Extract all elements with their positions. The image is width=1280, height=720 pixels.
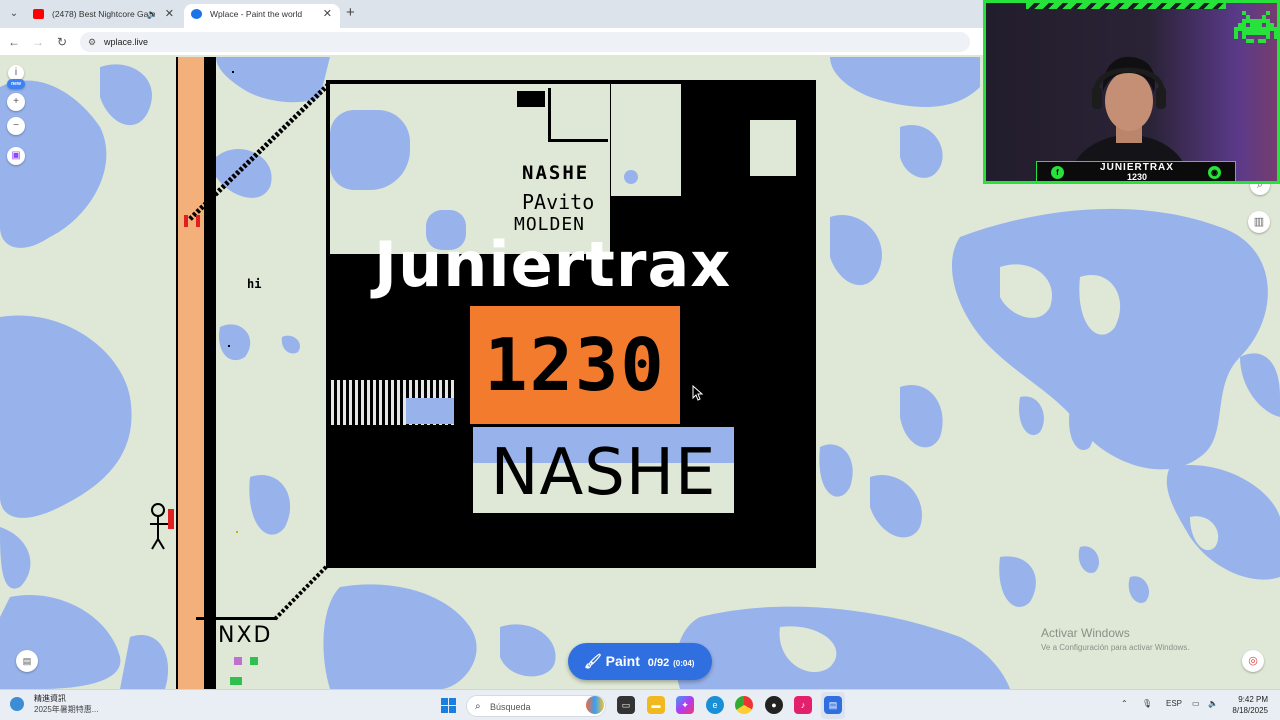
nashe-box: NASHE — [473, 427, 734, 513]
new-tab-button[interactable]: + — [346, 5, 355, 21]
paint-timer: (0:04) — [673, 659, 695, 668]
tab-search-chevron-icon[interactable]: ⌄ — [6, 6, 22, 22]
tab-label: Wplace - Paint the world — [210, 9, 303, 19]
paint-count: 0/92 — [647, 657, 670, 669]
close-tab-icon[interactable]: ✕ — [165, 4, 174, 24]
widgets-icon — [10, 697, 24, 711]
number-box: 1230 — [470, 306, 680, 424]
copilot-icon[interactable] — [586, 696, 604, 714]
art-lake-4 — [406, 398, 454, 424]
clock-time: 9:42 PM — [1238, 695, 1268, 704]
art-light-square — [750, 120, 796, 176]
art-lake-1 — [330, 110, 410, 190]
zoom-out-button[interactable]: − — [7, 117, 25, 135]
space-invader-logo — [1234, 11, 1277, 47]
taskbar-search[interactable]: ⌕ Búsqueda — [466, 695, 606, 717]
widgets-line2: 2025年暑期特惠... — [34, 705, 99, 714]
language-indicator[interactable]: ESP — [1166, 699, 1182, 708]
active-app-icon[interactable]: ▤ — [824, 696, 842, 714]
webcam-frame-stripe — [1026, 3, 1226, 9]
activate-windows-title: Activar Windows — [1041, 626, 1130, 640]
tiktok-icon[interactable]: ♪ — [794, 696, 812, 714]
canvas-text-nashe: NASHE — [490, 436, 717, 510]
task-view-icon[interactable]: ▭ — [617, 696, 635, 714]
locate-icon[interactable]: ◎ — [1242, 650, 1264, 672]
screen: ⌄ (2478) Best Nightcore Gam 🔈 ✕ Wplace -… — [0, 0, 1280, 720]
back-arrow-icon[interactable]: ← — [6, 34, 22, 50]
address-bar[interactable]: ⚙ wplace.live — [80, 32, 970, 52]
search-icon: ⌕ — [475, 701, 481, 712]
clock-date: 8/18/2025 — [1232, 706, 1268, 715]
streamer-number: 1230 — [1126, 172, 1148, 182]
widgets-line1: 精進資訊 — [34, 694, 66, 703]
windows-taskbar: 精進資訊 2025年暑期特惠... ⌕ Búsqueda ▭ ▬ ✦ e ● ♪… — [0, 689, 1280, 720]
volume-icon[interactable]: 🔈 — [1208, 699, 1218, 708]
art-light-column — [611, 84, 681, 196]
url-text: wplace.live — [104, 37, 149, 47]
close-tab-icon[interactable]: ✕ — [323, 4, 332, 24]
zoom-in-button[interactable]: + — [7, 93, 25, 111]
tab-wplace[interactable]: Wplace - Paint the world ✕ — [184, 4, 340, 28]
tab-label: (2478) Best Nightcore Gam — [52, 9, 156, 19]
browser-toolbar: ← → ↻ ⚙ wplace.live — [0, 28, 984, 56]
canvas-text-number: 1230 — [484, 323, 666, 407]
paint-label: Paint — [605, 653, 640, 669]
windows-start-icon[interactable] — [441, 698, 457, 714]
edge-icon[interactable]: e — [706, 696, 724, 714]
art-dark-square — [514, 88, 548, 110]
forward-arrow-icon[interactable]: → — [30, 34, 46, 50]
webcam-overlay: f ◉ JUNIERTRAX 1230 — [983, 0, 1280, 184]
streamer-nameplate: f ◉ JUNIERTRAX 1230 — [1036, 161, 1236, 182]
art-lake-3 — [624, 170, 638, 184]
wplace-favicon-icon — [191, 9, 202, 19]
speaker-icon[interactable]: 🔈 — [147, 4, 158, 24]
obs-icon[interactable]: ● — [765, 696, 783, 714]
reload-icon[interactable]: ↻ — [54, 34, 70, 50]
activate-windows-watermark: Activar Windows Ve a Configuración para … — [1041, 626, 1190, 652]
chrome-icon[interactable] — [735, 696, 753, 714]
store-icon[interactable]: ✦ — [676, 696, 694, 714]
new-badge[interactable]: new — [7, 79, 25, 89]
site-info-icon[interactable]: ⚙ — [88, 32, 96, 52]
microphone-icon[interactable]: 🎙 — [1142, 699, 1152, 708]
art-outline — [548, 88, 608, 142]
paint-button[interactable]: 🖌 Paint 0/92 (0:04) — [568, 643, 712, 680]
canvas-text-juniertrax: Juniertrax — [374, 228, 732, 301]
pixel-artwork[interactable]: NASHE PAvito MOLDEN Juniertrax 1230 NASH… — [326, 80, 816, 568]
canvas-text-nxd: NXD — [218, 623, 273, 648]
file-explorer-icon[interactable]: ▬ — [647, 696, 665, 714]
twitch-icon[interactable]: ▣ — [7, 147, 25, 165]
network-icon[interactable]: ▭ — [1192, 699, 1200, 708]
mouse-cursor-icon — [692, 385, 704, 401]
youtube-favicon-icon — [33, 9, 44, 19]
canvas-text-pavito: PAvito — [522, 190, 595, 214]
tab-youtube[interactable]: (2478) Best Nightcore Gam 🔈 ✕ — [26, 4, 182, 28]
canvas-text-nashe-small: NASHE — [522, 162, 590, 184]
activate-windows-subtitle: Ve a Configuración para activar Windows. — [1041, 643, 1190, 652]
system-clock[interactable]: 9:42 PM 8/18/2025 — [1224, 694, 1268, 716]
search-placeholder: Búsqueda — [490, 702, 531, 712]
canvas-text-hi: hi — [247, 277, 262, 291]
tray-chevron-icon[interactable]: ⌃ — [1121, 699, 1128, 708]
map-layer-button[interactable]: ▤ — [16, 650, 38, 672]
leaderboard-icon[interactable]: ▥ — [1248, 211, 1270, 233]
brush-icon: 🖌 — [584, 653, 602, 669]
